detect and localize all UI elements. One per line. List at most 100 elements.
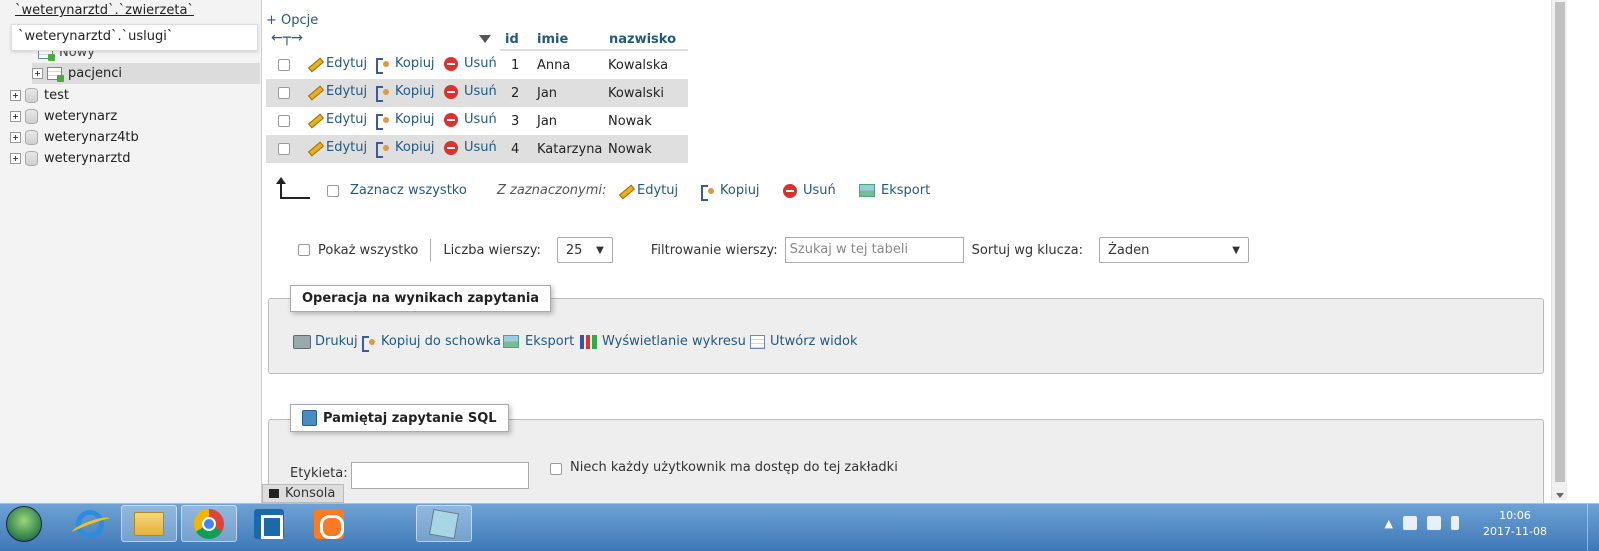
row-checkbox[interactable] [278, 59, 290, 71]
bookmark-shared-label[interactable]: Niech każdy użytkownik ma dostęp do tej … [570, 460, 898, 475]
expand-icon[interactable] [32, 68, 43, 79]
delete-label: Usuń [464, 140, 497, 155]
taskbar-chrome[interactable] [181, 505, 237, 542]
brackets-icon [254, 508, 284, 539]
cell-imie: Anna [537, 58, 571, 73]
taskbar-notepad[interactable] [416, 505, 472, 542]
expand-icon[interactable] [10, 111, 21, 122]
copy-label: Kopiuj [395, 112, 435, 127]
flag-icon[interactable] [1403, 516, 1417, 530]
cell-id: 2 [511, 86, 520, 101]
bulk-copy-button[interactable]: Kopiuj [700, 183, 760, 201]
clock[interactable]: 10:06 2017-11-08 [1480, 508, 1550, 540]
delete-link[interactable]: Usuń [444, 84, 497, 99]
column-header-id[interactable]: id [500, 29, 532, 51]
row-checkbox[interactable] [278, 87, 290, 99]
network-icon[interactable] [1427, 516, 1441, 530]
delete-icon [444, 112, 458, 127]
bulk-copy-label: Kopiuj [720, 183, 760, 198]
edit-link[interactable]: Edytuj [306, 84, 367, 99]
sort-select[interactable]: Żaden ▼ [1099, 237, 1249, 263]
bookmark-legend: Pamiętaj zapytanie SQL [290, 404, 509, 432]
tree-db-test[interactable]: test [10, 85, 69, 106]
tray-expand-icon[interactable]: ▲ [1385, 517, 1393, 530]
bulk-delete-label: Usuń [803, 183, 836, 198]
tree-db-weterynarz4tb[interactable]: weterynarz4tb [10, 127, 139, 148]
show-all-label[interactable]: Pokaż wszystko [318, 243, 418, 258]
bulk-edit-label: Edytuj [637, 183, 679, 198]
chrome-icon [194, 508, 224, 539]
vertical-scrollbar[interactable] [1551, 0, 1567, 500]
pencil-icon [306, 57, 322, 71]
bulk-edit-button[interactable]: Edytuj [617, 183, 678, 198]
taskbar-xampp[interactable] [301, 505, 357, 542]
volume-icon[interactable] [1451, 516, 1459, 530]
taskbar-brackets[interactable] [241, 505, 297, 542]
rows-select[interactable]: 25 ▼ [556, 237, 613, 263]
edit-link[interactable]: Edytuj [306, 56, 367, 71]
bookmark-shared-checkbox[interactable] [550, 463, 562, 475]
copy-link[interactable]: Kopiuj [375, 84, 435, 102]
edit-link[interactable]: Edytuj [306, 112, 367, 127]
expand-icon[interactable] [10, 132, 21, 143]
copy-link[interactable]: Kopiuj [375, 56, 435, 74]
expand-icon[interactable] [10, 90, 21, 101]
row-checkbox[interactable] [278, 115, 290, 127]
options-link[interactable]: + Opcje [266, 13, 318, 28]
cell-id: 4 [511, 142, 520, 157]
nav-breadcrumb[interactable]: `weterynarztd`.`zwierzeta` [15, 3, 194, 18]
taskbar-explorer[interactable] [121, 505, 177, 542]
expand-icon[interactable] [10, 153, 21, 164]
cell-imie: Jan [537, 114, 558, 129]
show-all-checkbox[interactable] [298, 244, 310, 256]
chart-link[interactable]: Wyświetlanie wykresu [580, 334, 746, 349]
export-icon [859, 184, 875, 197]
bulk-export-button[interactable]: Eksport [859, 183, 930, 198]
scroll-down-icon[interactable] [1556, 493, 1564, 498]
tree-db-weterynarztd[interactable]: weterynarztd [10, 148, 131, 169]
copy-clipboard-link[interactable]: Kopiuj do schowka [361, 334, 502, 352]
copy-link[interactable]: Kopiuj [375, 112, 435, 130]
column-arrows-icon[interactable]: ←┬→ [271, 30, 303, 46]
delete-link[interactable]: Usuń [444, 56, 497, 71]
create-view-link[interactable]: Utwórz widok [750, 334, 857, 349]
column-header-nazwisko[interactable]: nazwisko [604, 29, 688, 51]
copy-link[interactable]: Kopiuj [375, 140, 435, 158]
start-button[interactable] [6, 506, 42, 542]
copy-clipboard-label: Kopiuj do schowka [381, 334, 502, 349]
console-tab[interactable]: Konsola [262, 484, 344, 503]
db-label: test [44, 88, 69, 103]
bookmark-label-input[interactable] [351, 462, 529, 489]
sort-select-value: Żaden [1108, 242, 1150, 258]
taskbar-ie[interactable] [62, 505, 118, 542]
db-label: weterynarz [44, 109, 118, 124]
delete-link[interactable]: Usuń [444, 140, 497, 155]
sort-dropdown-icon[interactable] [479, 35, 491, 43]
row-checkbox[interactable] [278, 143, 290, 155]
delete-link[interactable]: Usuń [444, 112, 497, 127]
tree-db-weterynarz[interactable]: weterynarz [10, 106, 117, 127]
chart-icon [580, 334, 597, 349]
show-desktop-button[interactable] [1587, 504, 1599, 551]
export-label: Eksport [525, 334, 575, 349]
query-operations-legend: Operacja na wynikach zapytania [290, 285, 552, 312]
print-link[interactable]: Drukuj [293, 334, 358, 349]
bulk-delete-button[interactable]: Usuń [783, 183, 836, 198]
filter-input[interactable]: Szukaj w tej tabeli [784, 237, 964, 263]
scrollbar-thumb[interactable] [1555, 2, 1565, 482]
cell-imie: Jan [537, 86, 558, 101]
tree-item-pacjenci[interactable]: pacjenci [32, 63, 260, 84]
create-view-icon [750, 334, 765, 349]
cell-nazwisko: Nowak [608, 142, 652, 157]
copy-label: Kopiuj [395, 140, 435, 155]
edit-label: Edytuj [326, 112, 368, 127]
select-all-label[interactable]: Zaznacz wszystko [350, 183, 467, 198]
export-link[interactable]: Eksport [503, 334, 574, 349]
with-selected-label: Z zaznaczonymi: [497, 183, 607, 198]
console-label: Konsola [285, 486, 336, 501]
table-row: Edytuj Kopiuj Usuń 2 Jan Kowalski [266, 79, 688, 107]
edit-link[interactable]: Edytuj [306, 140, 367, 155]
select-all-checkbox[interactable] [327, 185, 339, 197]
column-header-imie[interactable]: imie [532, 29, 604, 51]
chevron-down-icon: ▼ [1232, 244, 1240, 256]
